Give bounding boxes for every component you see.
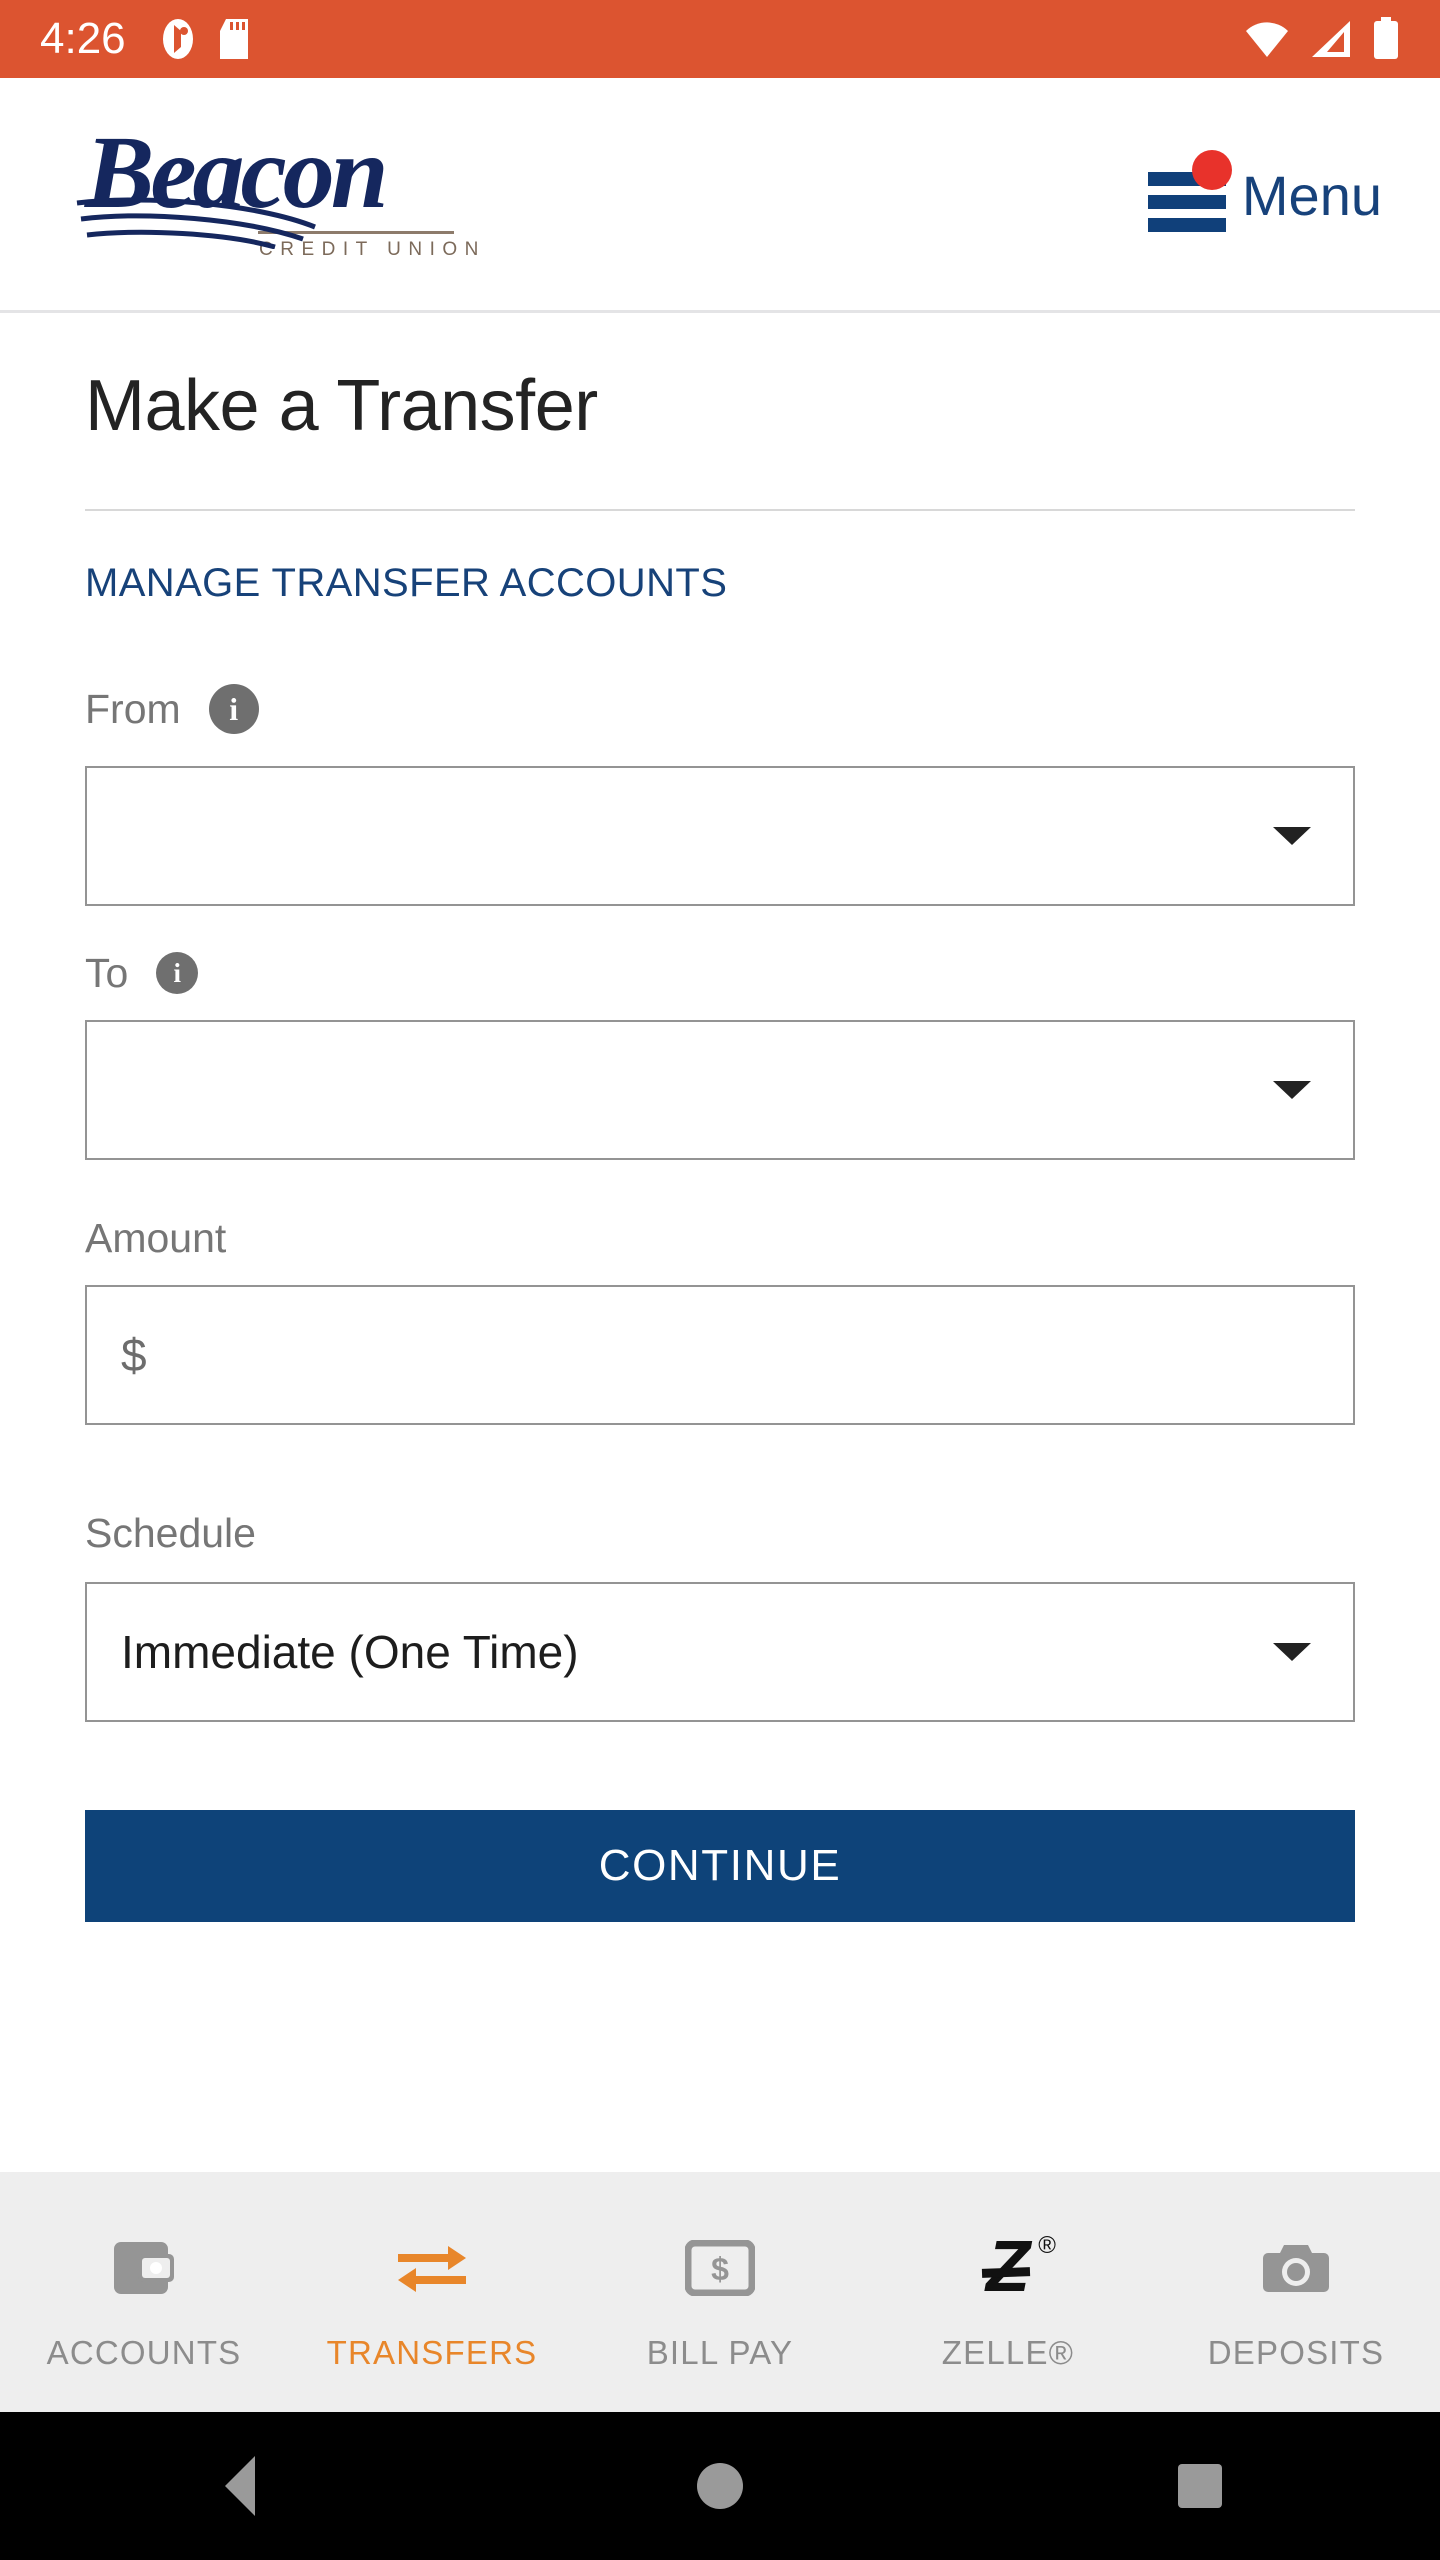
amount-label: Amount [85,1215,227,1261]
hamburger-bar [1147,218,1226,232]
wallet-icon [112,2232,176,2304]
field-schedule: Schedule Immediate (One Time) [85,1513,1355,1722]
sd-card-icon [219,19,248,59]
android-nav-bar [0,2412,1440,2560]
amount-placeholder: $ [121,1329,147,1381]
menu-button[interactable]: Menu [1147,150,1382,232]
continue-button[interactable]: CONTINUE [85,1810,1355,1922]
info-icon-to[interactable]: i [156,952,199,994]
back-triangle-icon [225,2456,255,2516]
tab-label-zelle: ZELLE® [941,2334,1075,2371]
tab-transfers[interactable]: TRANSFERS [288,2172,576,2408]
field-to: To i [85,952,1355,1160]
home-button[interactable] [620,2412,820,2560]
app-root: 4:26 Beacon CREDIT UNION Menu Make a Tra… [0,0,1440,2560]
exchange-arrows-icon [394,2232,470,2304]
recents-square-icon [1178,2464,1222,2508]
cell-signal-icon [1312,21,1350,57]
app-header: Beacon CREDIT UNION Menu [0,78,1440,313]
zelle-strike [981,2267,1031,2279]
beacon-logo[interactable]: Beacon CREDIT UNION [75,115,478,269]
tab-label-deposits: DEPOSITS [1207,2334,1385,2371]
info-icon-from[interactable]: i [208,684,259,734]
svg-text:$: $ [711,2251,729,2287]
to-label: To [85,949,129,996]
zelle-icon: Z® [981,2231,1056,2304]
manage-transfer-accounts-link[interactable]: MANAGE TRANSFER ACCOUNTS [85,561,727,606]
camera-icon [1262,2232,1330,2304]
battery-full-icon [1374,17,1398,59]
recents-button[interactable] [1100,2412,1300,2560]
from-account-select[interactable] [85,766,1355,906]
tab-label-bill-pay: BILL PAY [646,2334,794,2371]
heart-monitor-icon [162,19,193,59]
amount-input[interactable]: $ [85,1285,1355,1425]
tab-accounts[interactable]: ACCOUNTS [0,2172,288,2408]
tab-label-transfers: TRANSFERS [326,2334,538,2371]
amount-label-row: Amount [85,1218,1355,1259]
money-bill-icon: $ [685,2232,755,2304]
from-label: From [85,685,181,732]
menu-label: Menu [1241,164,1382,227]
chevron-down-icon [1273,1081,1311,1099]
chevron-down-icon [1273,827,1311,845]
to-label-row: To i [85,952,1355,994]
to-account-select[interactable] [85,1020,1355,1160]
schedule-label-row: Schedule [85,1513,1355,1554]
status-left-icons [160,17,250,61]
schedule-select[interactable]: Immediate (One Time) [85,1582,1355,1722]
hamburger-bar [1147,195,1226,209]
from-label-row: From i [85,684,1355,734]
logo-wordmark: Beacon [85,115,389,230]
wifi-icon [1246,22,1288,57]
schedule-label: Schedule [85,1510,256,1556]
tab-deposits[interactable]: DEPOSITS [1152,2172,1440,2408]
chevron-down-icon [1273,1643,1311,1661]
notification-dot [1191,150,1232,190]
bottom-tab-bar: ACCOUNTS TRANSFERS $ BILL PAY Z® [0,2172,1440,2412]
status-time: 4:26 [40,14,126,63]
schedule-value: Immediate (One Time) [121,1626,579,1678]
back-button[interactable] [140,2412,340,2560]
main-content: Make a Transfer MANAGE TRANSFER ACCOUNTS… [0,313,1440,2172]
status-right-icons [1244,17,1400,61]
field-amount: Amount $ [85,1218,1355,1425]
registered-mark: ® [1038,2232,1056,2260]
hamburger-menu-icon[interactable] [1147,150,1232,232]
field-from: From i [85,684,1355,906]
tab-zelle[interactable]: Z® ZELLE® [864,2172,1152,2408]
tab-label-accounts: ACCOUNTS [46,2334,242,2371]
status-bar: 4:26 [0,0,1440,78]
home-circle-icon [697,2463,743,2509]
page-title: Make a Transfer [85,366,598,446]
tab-bill-pay[interactable]: $ BILL PAY [576,2172,864,2408]
title-divider [85,509,1355,511]
zelle-wordmark: Z® [981,2231,1056,2304]
